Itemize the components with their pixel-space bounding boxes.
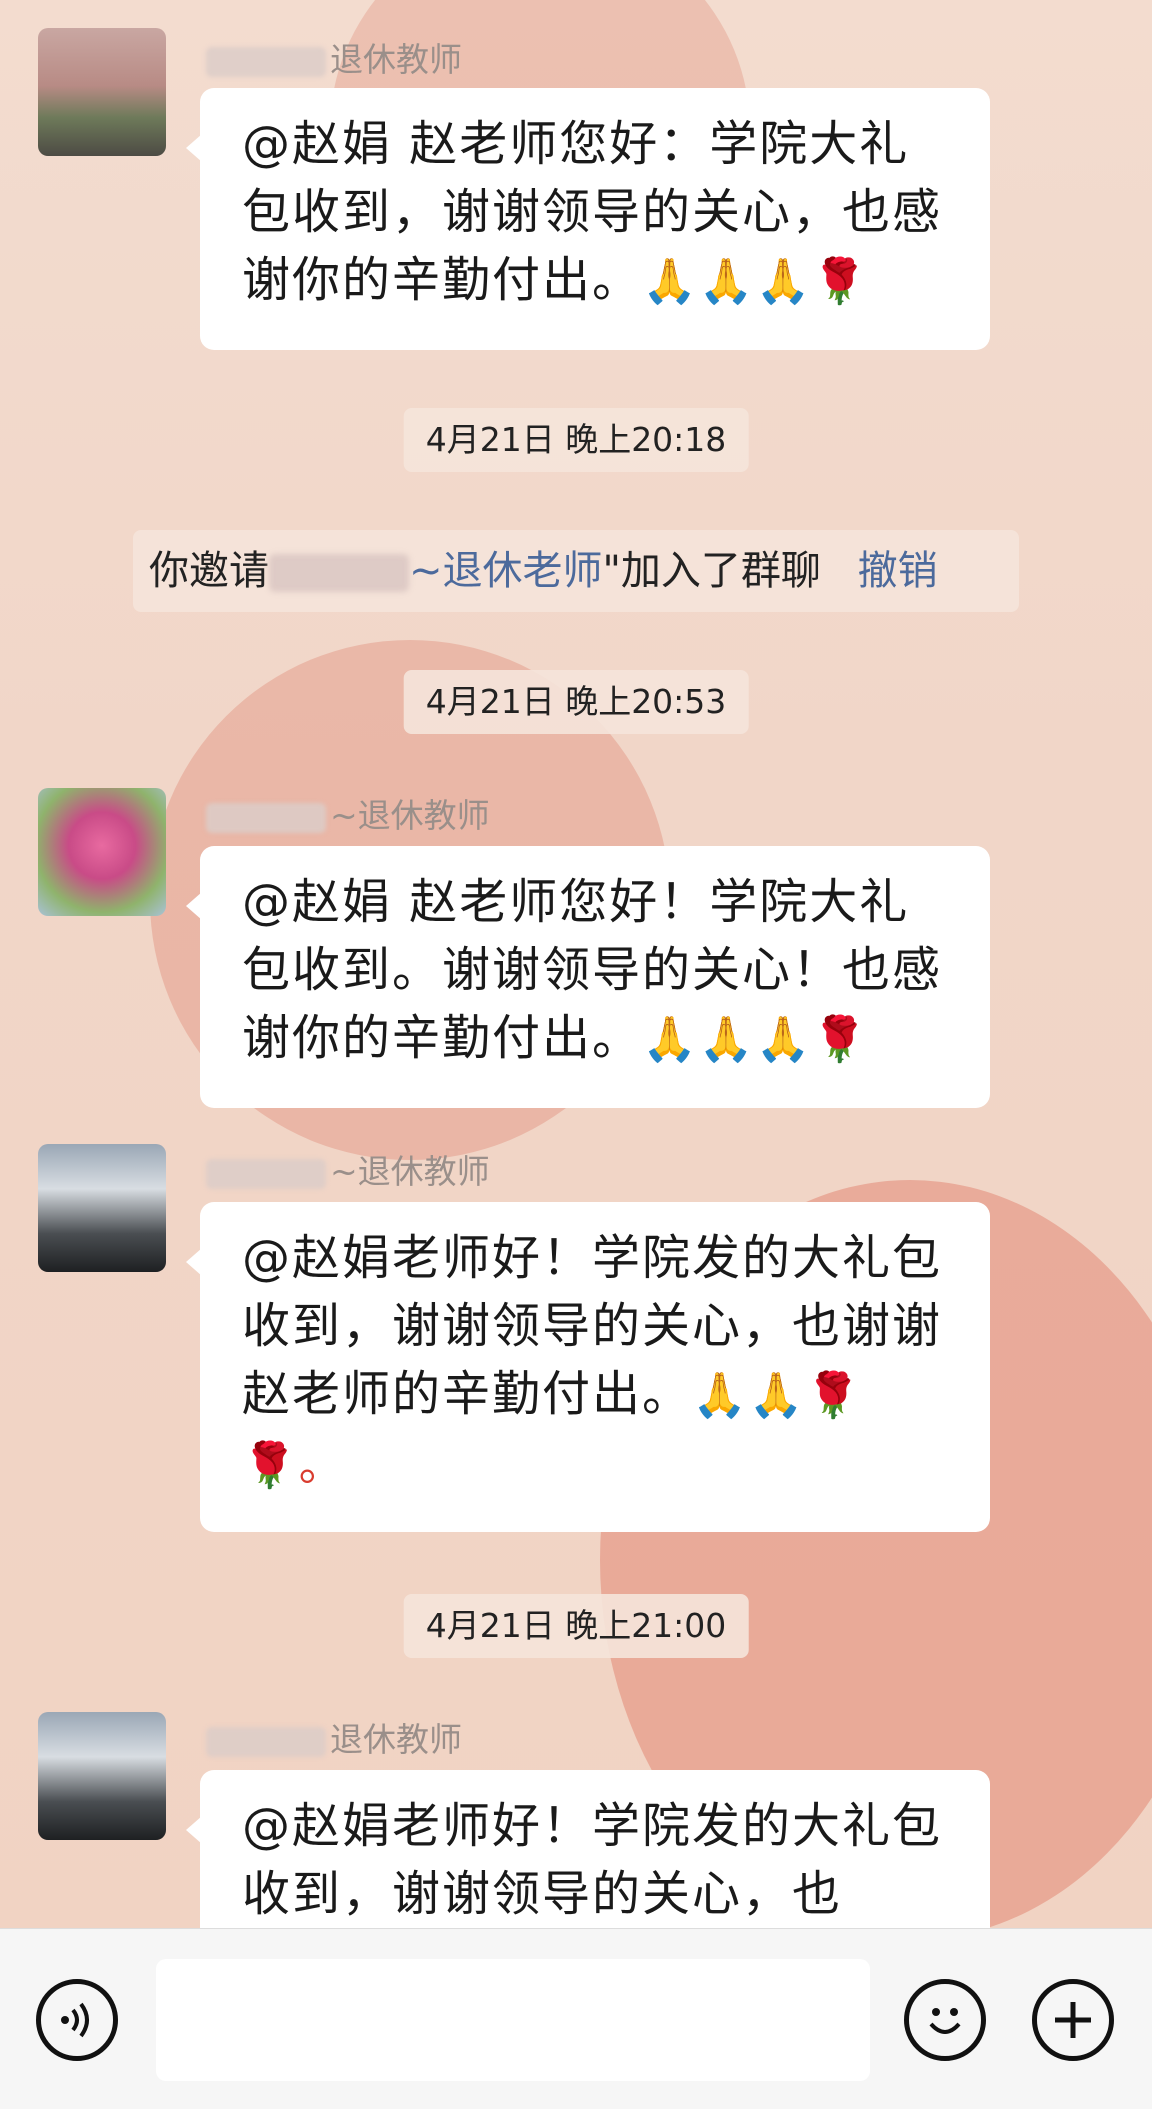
system-message: 你邀请 ~退休老师"加入了群聊 撤销: [133, 530, 1019, 612]
voice-button[interactable]: [36, 1979, 118, 2061]
sender-name: 退休教师: [206, 1718, 462, 1762]
revoke-link[interactable]: 撤销: [858, 548, 938, 594]
avatar[interactable]: [38, 28, 166, 156]
message-bubble[interactable]: @赵娟 赵老师您好：学院大礼包收到，谢谢领导的关心，也感谢你的辛勤付出。🙏🙏🙏🌹: [186, 88, 990, 350]
timestamp: 4月21日 晚上21:00: [403, 1594, 749, 1658]
input-bar: [0, 1928, 1152, 2109]
voice-icon: [61, 2002, 89, 2038]
blurred-name: [206, 1158, 326, 1189]
blurred-name: [269, 554, 409, 592]
sender-name: ~退休教师: [206, 794, 490, 838]
timestamp: 4月21日 晚上20:53: [403, 670, 749, 734]
invitee-link[interactable]: ~退休老师: [409, 548, 603, 594]
emoji-icon: [929, 2008, 961, 2034]
message-input[interactable]: [156, 1959, 870, 2081]
emoji-sequence: 🙏🙏🙏🌹: [642, 256, 870, 307]
sender-name: ~退休教师: [206, 1150, 490, 1194]
avatar[interactable]: [38, 788, 166, 916]
blurred-name: [206, 46, 326, 77]
message-bubble[interactable]: @赵娟 赵老师您好！学院大礼包收到。谢谢领导的关心！也感谢你的辛勤付出。🙏🙏🙏🌹: [186, 846, 990, 1108]
timestamp: 4月21日 晚上20:18: [403, 408, 749, 472]
avatar[interactable]: [38, 1712, 166, 1840]
blurred-name: [206, 1726, 326, 1757]
plus-icon: [1055, 2002, 1091, 2038]
emoji-button[interactable]: [904, 1979, 986, 2061]
avatar[interactable]: [38, 1144, 166, 1272]
message-bubble[interactable]: @赵娟老师好！学院发的大礼包收到，谢谢领导的关心，也谢谢赵老师的辛勤付出。🙏🙏🌹…: [186, 1202, 990, 1532]
emoji-sequence: 🙏🙏🙏🌹: [642, 1014, 870, 1065]
blurred-name: [206, 802, 326, 833]
plus-button[interactable]: [1032, 1979, 1114, 2061]
sender-name: 退休教师: [206, 38, 462, 82]
